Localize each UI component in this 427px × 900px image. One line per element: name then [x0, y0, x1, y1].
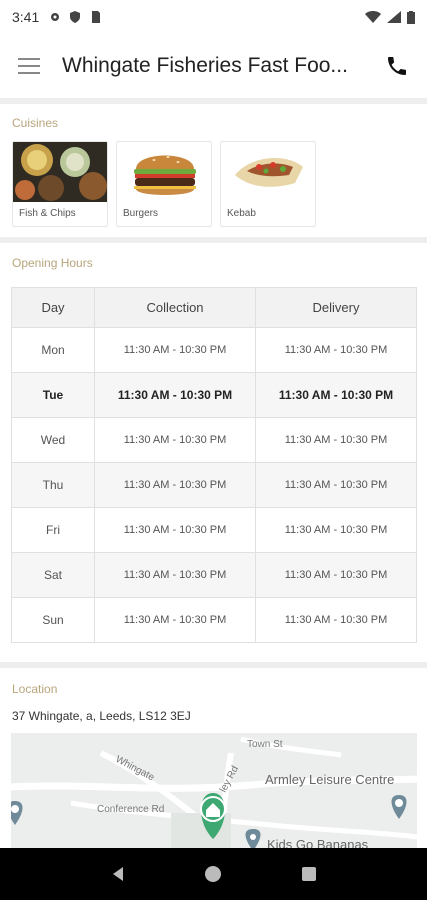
collection-hours: 11:30 AM - 10:30 PM [94, 552, 256, 598]
divider [0, 237, 427, 243]
cuisine-card-fish-chips[interactable]: Fish & Chips [12, 141, 108, 227]
table-row: Fri 11:30 AM - 10:30 PM 11:30 AM - 10:30… [11, 507, 417, 553]
cuisine-label: Fish & Chips [19, 208, 76, 219]
location-map[interactable]: Whingate Town St Conference Rd ley Rd Ar… [11, 733, 417, 848]
table-row: Sat 11:30 AM - 10:30 PM 11:30 AM - 10:30… [11, 552, 417, 598]
map-street-label: Town St [247, 739, 283, 750]
app-bar: Whingate Fisheries Fast Foo... [0, 34, 427, 98]
battery-icon [407, 10, 415, 24]
column-header: Delivery [255, 287, 417, 328]
phone-icon[interactable] [385, 54, 409, 78]
map-poi-label: Kids Go Bananas [267, 837, 369, 848]
collection-hours: 11:30 AM - 10:30 PM [94, 597, 256, 643]
cuisines-heading: Cuisines [12, 116, 59, 130]
collection-hours: 11:30 AM - 10:30 PM [94, 327, 256, 373]
table-row-today: Tue 11:30 AM - 10:30 PM 11:30 AM - 10:30… [11, 372, 417, 418]
opening-hours-table: Day Collection Delivery Mon 11:30 AM - 1… [11, 287, 417, 643]
collection-hours: 11:30 AM - 10:30 PM [94, 462, 256, 508]
table-row: Wed 11:30 AM - 10:30 PM 11:30 AM - 10:30… [11, 417, 417, 463]
burger-image [117, 142, 211, 202]
delivery-hours: 11:30 AM - 10:30 PM [255, 597, 417, 643]
location-heading: Location [12, 682, 58, 696]
shield-icon [70, 11, 81, 23]
table-row: Mon 11:30 AM - 10:30 PM 11:30 AM - 10:30… [11, 327, 417, 373]
column-header: Collection [94, 287, 256, 328]
day-cell: Thu [11, 462, 95, 508]
back-icon[interactable] [109, 865, 127, 883]
divider [0, 662, 427, 668]
status-bar: 3:41 [0, 0, 427, 34]
menu-icon[interactable] [18, 54, 42, 78]
signal-icon [387, 11, 401, 23]
status-time: 3:41 [12, 9, 40, 25]
cuisine-label: Burgers [123, 208, 159, 219]
day-cell: Tue [11, 372, 95, 418]
map-street-label: Conference Rd [97, 804, 164, 815]
delivery-hours: 11:30 AM - 10:30 PM [255, 417, 417, 463]
table-row: Thu 11:30 AM - 10:30 PM 11:30 AM - 10:30… [11, 462, 417, 508]
address-text: 37 Whingate, a, Leeds, LS12 3EJ [12, 709, 191, 723]
table-row: Sun 11:30 AM - 10:30 PM 11:30 AM - 10:30… [11, 597, 417, 643]
sim-card-icon [92, 11, 101, 23]
home-icon[interactable] [204, 865, 222, 883]
day-cell: Sat [11, 552, 95, 598]
cuisine-list: Fish & Chips Burgers Kebab [12, 141, 316, 227]
opening-hours-heading: Opening Hours [12, 256, 93, 270]
delivery-hours: 11:30 AM - 10:30 PM [255, 462, 417, 508]
delivery-hours: 11:30 AM - 10:30 PM [255, 507, 417, 553]
page-title: Whingate Fisheries Fast Foo... [62, 54, 348, 77]
day-cell: Mon [11, 327, 95, 373]
cuisine-card-kebab[interactable]: Kebab [220, 141, 316, 227]
system-nav-bar [0, 848, 427, 900]
delivery-hours: 11:30 AM - 10:30 PM [255, 372, 417, 418]
day-cell: Sun [11, 597, 95, 643]
kebab-image [221, 142, 315, 202]
cuisine-label: Kebab [227, 208, 256, 219]
wifi-icon [365, 11, 381, 23]
divider [0, 98, 427, 104]
collection-hours: 11:30 AM - 10:30 PM [94, 372, 256, 418]
collection-hours: 11:30 AM - 10:30 PM [94, 417, 256, 463]
fish-chips-image [13, 142, 107, 202]
recents-icon[interactable] [300, 865, 318, 883]
map-poi-label: Armley Leisure Centre [265, 772, 394, 787]
settings-icon [51, 13, 60, 21]
collection-hours: 11:30 AM - 10:30 PM [94, 507, 256, 553]
delivery-hours: 11:30 AM - 10:30 PM [255, 327, 417, 373]
column-header: Day [11, 287, 95, 328]
cuisine-card-burgers[interactable]: Burgers [116, 141, 212, 227]
day-cell: Wed [11, 417, 95, 463]
day-cell: Fri [11, 507, 95, 553]
delivery-hours: 11:30 AM - 10:30 PM [255, 552, 417, 598]
